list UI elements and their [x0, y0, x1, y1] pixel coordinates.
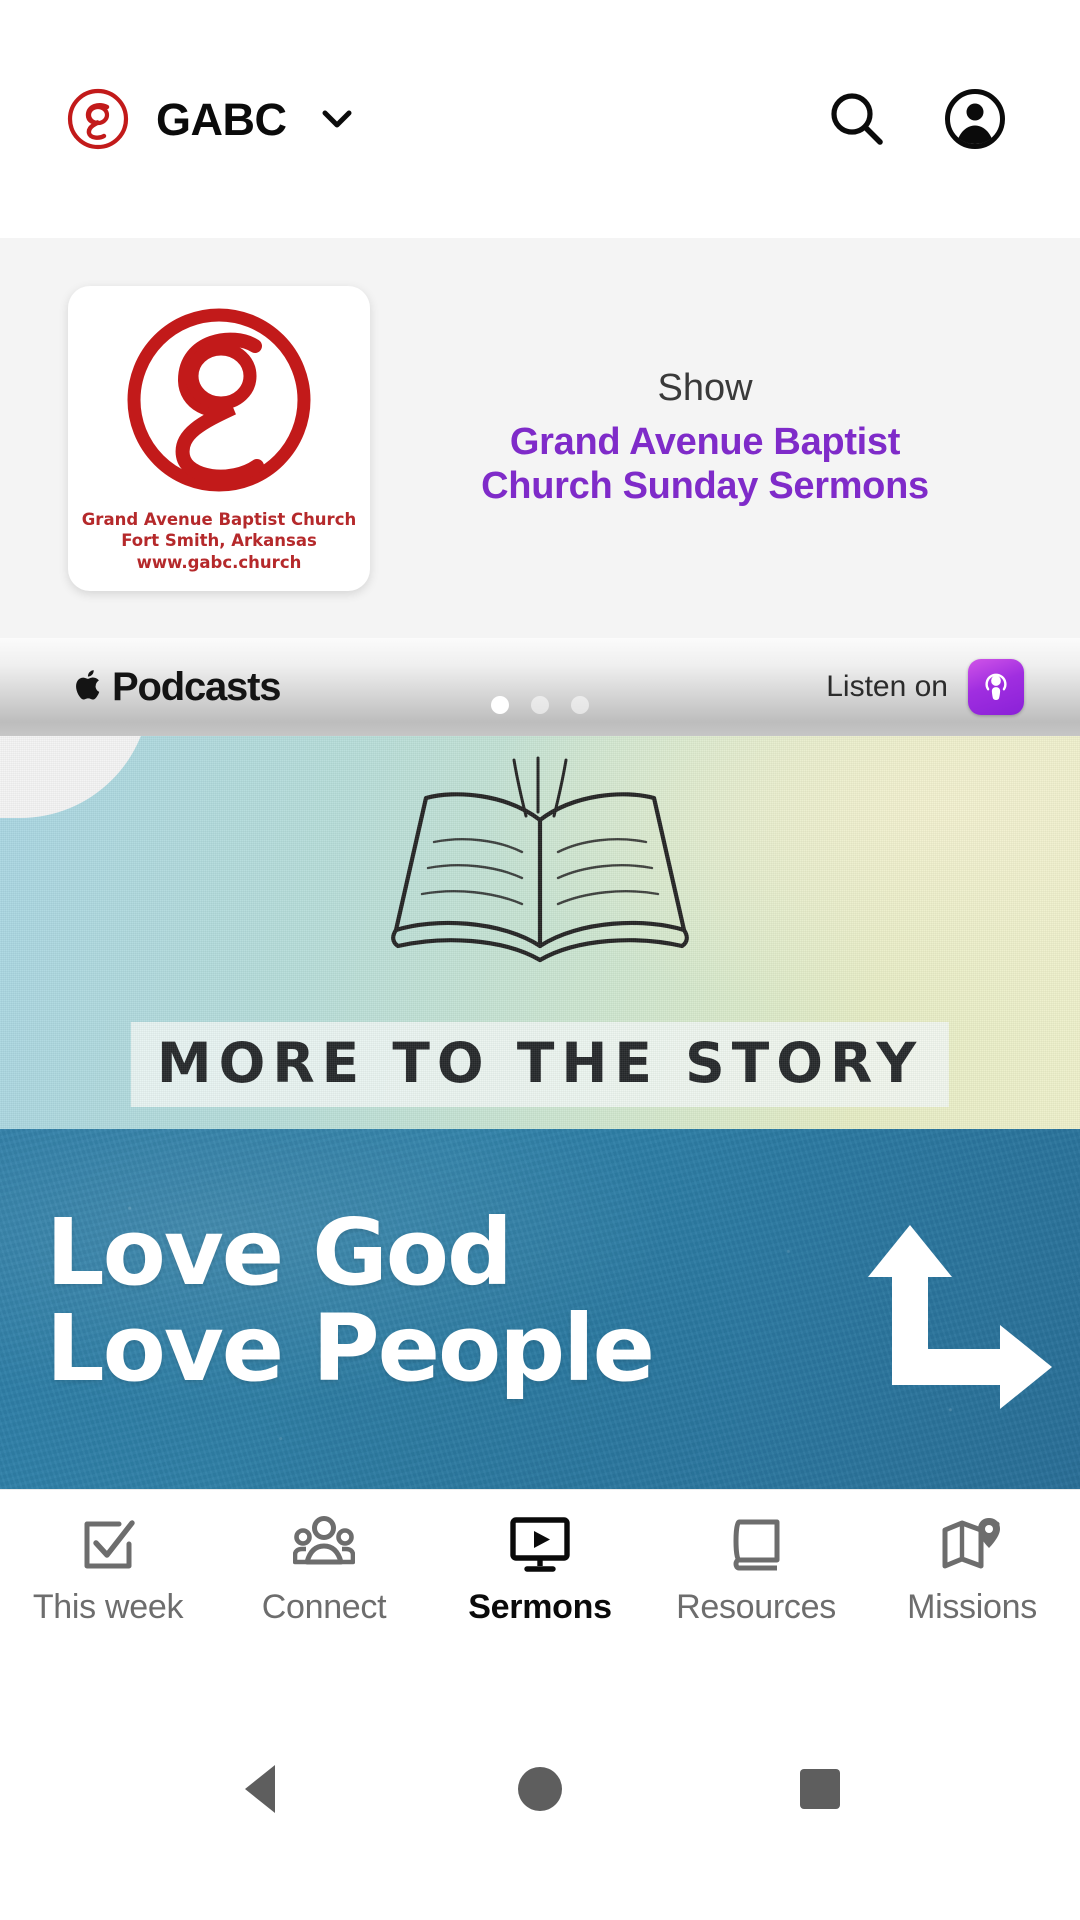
brand-switcher[interactable]: GABC — [66, 87, 357, 151]
tab-sermons[interactable]: Sermons — [432, 1514, 648, 1624]
system-navigation-bar — [0, 1657, 1080, 1920]
banner-love-god-love-people[interactable]: Love God Love People — [0, 1129, 1080, 1489]
story-headline-band: MORE TO THE STORY — [130, 1022, 950, 1107]
tv-play-icon — [509, 1514, 571, 1576]
love-headline-line1: Love God — [46, 1199, 513, 1306]
search-icon[interactable] — [826, 88, 888, 150]
account-circle-icon[interactable] — [944, 88, 1006, 150]
story-headline: MORE TO THE STORY — [156, 1031, 924, 1095]
podcast-show-info: Show Grand Avenue Baptist Church Sunday … — [370, 367, 1030, 508]
promo-corner-arc — [0, 736, 150, 818]
apple-podcasts-app-icon[interactable] — [968, 659, 1024, 715]
show-kicker: Show — [657, 367, 753, 410]
carousel-dot[interactable] — [491, 696, 509, 714]
show-title-line1: Grand Avenue Baptist — [509, 420, 901, 463]
map-pin-icon — [941, 1514, 1003, 1576]
artwork-caption-line2: Fort Smith, Arkansas — [121, 531, 317, 551]
header-actions — [826, 88, 1006, 150]
gabc-g-logo-icon — [66, 87, 130, 151]
tab-connect[interactable]: Connect — [216, 1514, 432, 1624]
carousel-dots — [491, 696, 589, 714]
back-triangle-icon[interactable] — [227, 1756, 293, 1822]
up-right-arrow-graphic-icon — [840, 1225, 1060, 1425]
apple-podcasts-bar[interactable]: Podcasts Listen on — [0, 638, 1080, 736]
artwork-caption-line3: www.gabc.church — [136, 553, 302, 573]
platform-label: Podcasts — [112, 665, 281, 709]
tab-label: Resources — [676, 1588, 836, 1626]
tab-missions[interactable]: Missions — [864, 1514, 1080, 1624]
recents-square-icon[interactable] — [787, 1756, 853, 1822]
tab-label: This week — [32, 1588, 184, 1626]
tab-label: Missions — [907, 1588, 1037, 1626]
love-headline-line2: Love People — [46, 1294, 655, 1402]
platform-branding: Podcasts — [74, 665, 281, 709]
banner-more-to-the-story[interactable]: MORE TO THE STORY — [0, 736, 1080, 1129]
listen-on-label: Listen on — [826, 670, 948, 703]
tab-label: Sermons — [468, 1588, 612, 1626]
carousel-dot[interactable] — [531, 696, 549, 714]
checkbox-check-icon — [79, 1514, 137, 1576]
gabc-g-logo-icon — [105, 300, 333, 505]
artwork-caption: Grand Avenue Baptist Church Fort Smith, … — [82, 509, 356, 575]
tab-label: Connect — [261, 1588, 387, 1626]
podcast-promo-card[interactable]: Grand Avenue Baptist Church Fort Smith, … — [0, 238, 1080, 638]
love-headline: Love God Love People — [46, 1199, 655, 1402]
app-header: GABC — [0, 0, 1080, 238]
carousel-dot[interactable] — [571, 696, 589, 714]
show-title-line2: Church Sunday Sermons — [481, 465, 929, 508]
listen-on-group[interactable]: Listen on — [826, 659, 1024, 715]
home-circle-icon[interactable] — [507, 1756, 573, 1822]
podcast-artwork: Grand Avenue Baptist Church Fort Smith, … — [68, 285, 370, 591]
people-group-icon — [293, 1514, 355, 1576]
chevron-down-icon[interactable] — [317, 99, 357, 139]
artwork-caption-line1: Grand Avenue Baptist Church — [81, 509, 357, 529]
show-title: Grand Avenue Baptist Church Sunday Sermo… — [384, 420, 1026, 509]
apple-logo-icon — [74, 667, 104, 708]
app-root: GABC Grand Avenue Baptist Church Fort Sm… — [0, 0, 1080, 1920]
bottom-tab-bar: This week Connect Sermons Resources Miss… — [0, 1489, 1080, 1657]
open-book-illustration-icon — [330, 750, 750, 980]
book-icon — [727, 1514, 785, 1576]
brand-label: GABC — [156, 93, 287, 145]
tab-resources[interactable]: Resources — [648, 1514, 864, 1624]
tab-this-week[interactable]: This week — [0, 1514, 216, 1624]
